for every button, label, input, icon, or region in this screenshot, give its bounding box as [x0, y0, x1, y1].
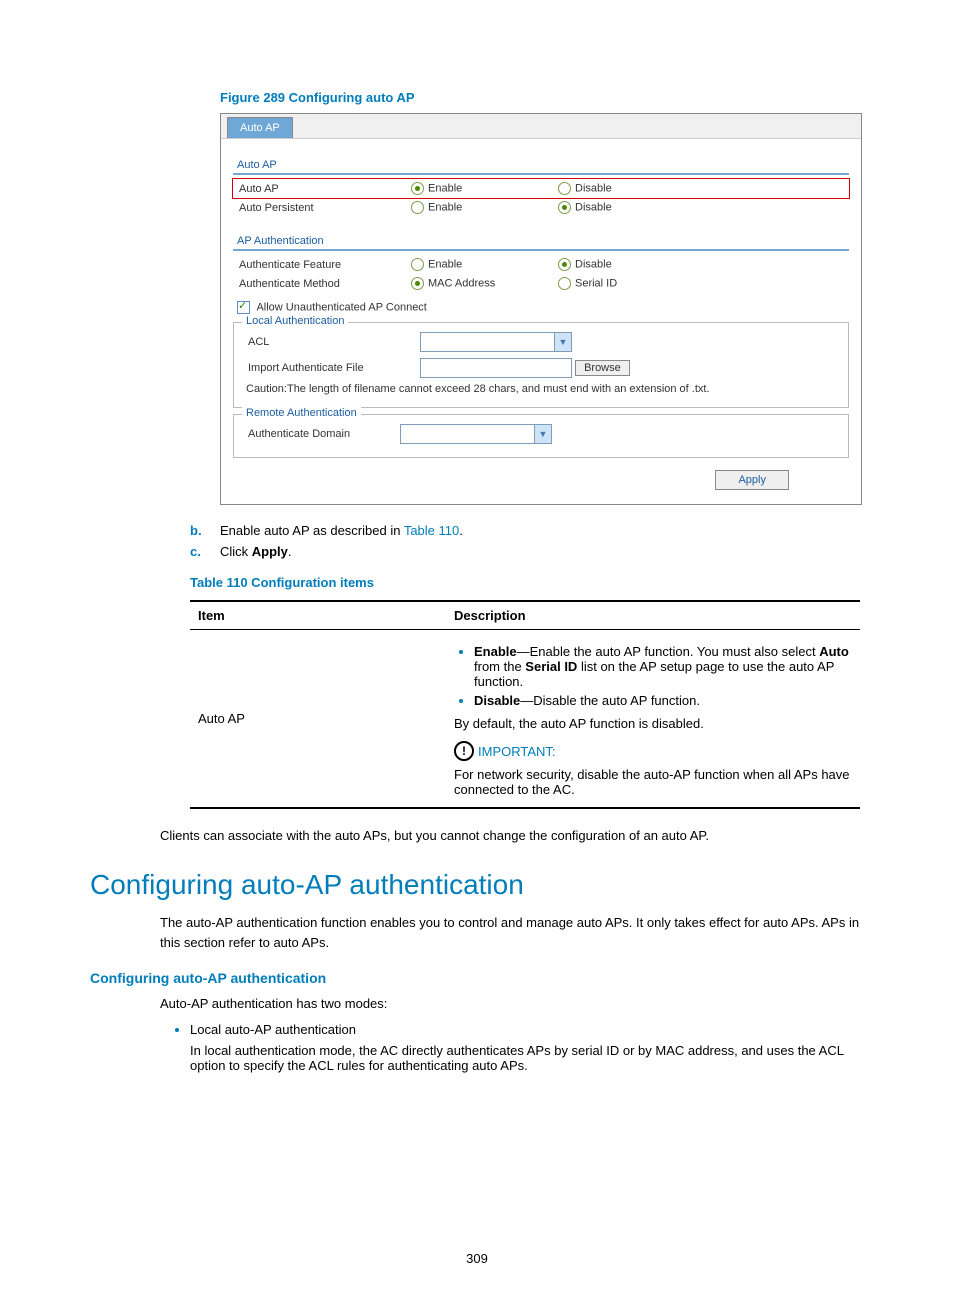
h1-para: The auto-AP authentication function enab… — [160, 913, 864, 952]
bold: Disable — [474, 693, 520, 708]
label-import-file: Import Authenticate File — [242, 355, 414, 381]
radio-label: Disable — [575, 258, 612, 270]
legend-remote-auth: Remote Authentication — [242, 407, 361, 419]
figure-caption: Figure 289 Configuring auto AP — [220, 90, 864, 105]
step-c: c. Click Apply. — [190, 544, 864, 559]
row-auth-method: Authenticate Method MAC Address Serial I… — [233, 274, 849, 293]
important-row: ! IMPORTANT: — [454, 741, 852, 761]
browse-button[interactable]: Browse — [575, 360, 630, 376]
important-label: IMPORTANT: — [478, 744, 556, 759]
step-marker: c. — [190, 544, 201, 559]
td-description: Enable—Enable the auto AP function. You … — [446, 630, 860, 809]
fieldset-remote-auth: Remote Authentication Authenticate Domai… — [233, 414, 849, 458]
radio-auto-ap-disable[interactable] — [558, 182, 571, 195]
radio-label: Enable — [428, 201, 462, 213]
radio-label: MAC Address — [428, 277, 495, 289]
legend-local-auth: Local Authentication — [242, 315, 348, 327]
label-auto-ap: Auto AP — [233, 179, 405, 198]
radio-method-mac[interactable] — [411, 277, 424, 290]
radio-label: Disable — [575, 201, 612, 213]
tab-bar: Auto AP — [221, 114, 861, 139]
para-after-table: Clients can associate with the auto APs,… — [160, 827, 864, 845]
bullet-local-auth: Local auto-AP authentication In local au… — [190, 1022, 864, 1073]
radio-method-serial[interactable] — [558, 277, 571, 290]
radio-label: Enable — [428, 182, 462, 194]
checkbox-allow-unauth[interactable] — [237, 301, 250, 314]
radio-label: Enable — [428, 258, 462, 270]
bold: Auto — [819, 644, 849, 659]
select-acl[interactable]: ▼ — [420, 332, 572, 352]
radio-label: Disable — [575, 182, 612, 194]
heading-h3: Configuring auto-AP authentication — [90, 970, 864, 986]
input-import-file[interactable] — [420, 358, 572, 378]
fieldset-local-auth: Local Authentication ACL ▼ Import Authen… — [233, 322, 849, 408]
bullet-para: In local authentication mode, the AC dir… — [190, 1043, 864, 1073]
tab-auto-ap[interactable]: Auto AP — [227, 117, 293, 138]
page-number: 309 — [0, 1251, 954, 1266]
table-caption: Table 110 Configuration items — [190, 575, 864, 590]
text: from the — [474, 659, 525, 674]
checkbox-label: Allow Unauthenticated AP Connect — [256, 301, 426, 313]
label-acl: ACL — [242, 329, 414, 355]
heading-h1: Configuring auto-AP authentication — [90, 869, 864, 901]
steps-list: b. Enable auto AP as described in Table … — [190, 523, 864, 559]
step-marker: b. — [190, 523, 202, 538]
caution-text: Caution:The length of filename cannot ex… — [242, 381, 840, 397]
text: —Enable the auto AP function. You must a… — [517, 644, 820, 659]
th-item: Item — [190, 601, 446, 630]
radio-persist-enable[interactable] — [411, 201, 424, 214]
important-icon: ! — [454, 741, 474, 761]
row-auth-feature: Authenticate Feature Enable Disable — [233, 255, 849, 274]
radio-authfeat-disable[interactable] — [558, 258, 571, 271]
h3-intro: Auto-AP authentication has two modes: — [160, 994, 864, 1014]
bold: Enable — [474, 644, 517, 659]
label-auth-feature: Authenticate Feature — [233, 255, 405, 274]
step-text: . — [459, 523, 463, 538]
section-auto-ap-title: Auto AP — [233, 159, 849, 171]
bullet-text: Local auto-AP authentication — [190, 1022, 356, 1037]
config-table: Item Description Auto AP Enable—Enable t… — [190, 600, 860, 809]
td-item: Auto AP — [190, 630, 446, 809]
important-text: For network security, disable the auto-A… — [454, 767, 852, 797]
section-ap-auth-title: AP Authentication — [233, 235, 849, 247]
radio-authfeat-enable[interactable] — [411, 258, 424, 271]
chevron-down-icon: ▼ — [554, 333, 571, 351]
apply-button[interactable]: Apply — [715, 470, 789, 490]
step-text: Enable auto AP as described in — [220, 523, 404, 538]
link-table-110[interactable]: Table 110 — [404, 523, 459, 538]
radio-persist-disable[interactable] — [558, 201, 571, 214]
row-auto-ap: Auto AP Enable Disable — [233, 179, 849, 198]
bold: Serial ID — [525, 659, 577, 674]
row-auto-persistent: Auto Persistent Enable Disable — [233, 198, 849, 217]
default-text: By default, the auto AP function is disa… — [454, 716, 852, 731]
th-description: Description — [446, 601, 860, 630]
step-bold: Apply — [252, 544, 288, 559]
step-b: b. Enable auto AP as described in Table … — [190, 523, 864, 538]
mode-bullets: Local auto-AP authentication In local au… — [160, 1022, 864, 1073]
chevron-down-icon: ▼ — [534, 425, 551, 443]
text: —Disable the auto AP function. — [520, 693, 700, 708]
label-auth-domain: Authenticate Domain — [242, 421, 394, 447]
label-auth-method: Authenticate Method — [233, 274, 405, 293]
bullet-disable: Disable—Disable the auto AP function. — [474, 693, 852, 708]
label-auto-persistent: Auto Persistent — [233, 198, 405, 217]
radio-label: Serial ID — [575, 277, 617, 289]
step-text: Click — [220, 544, 252, 559]
screenshot-panel: Auto AP Auto AP Auto AP Enable Disable A… — [220, 113, 862, 505]
bullet-enable: Enable—Enable the auto AP function. You … — [474, 644, 852, 689]
step-text: . — [288, 544, 292, 559]
divider — [233, 173, 849, 175]
radio-auto-ap-enable[interactable] — [411, 182, 424, 195]
select-auth-domain[interactable]: ▼ — [400, 424, 552, 444]
divider — [233, 249, 849, 251]
